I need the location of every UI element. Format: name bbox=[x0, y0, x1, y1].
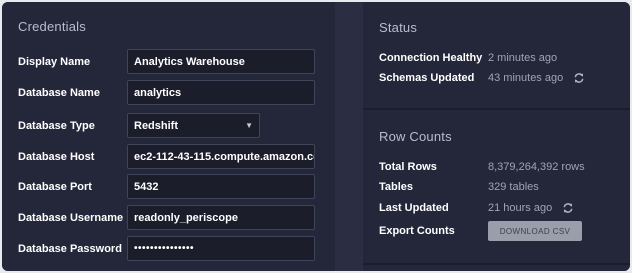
credentials-panel: Credentials Display Name Analytics Wareh… bbox=[2, 2, 335, 271]
database-password-field[interactable]: ••••••••••••••• bbox=[127, 236, 315, 261]
database-host-label: Database Host bbox=[18, 151, 95, 163]
database-type-label: Database Type bbox=[18, 120, 95, 132]
status-panel: Status Connection Healthy 2 minutes ago … bbox=[363, 2, 630, 271]
chevron-down-icon: ▼ bbox=[245, 121, 253, 130]
section-separator-bottom bbox=[363, 263, 630, 265]
database-name-field[interactable]: analytics bbox=[127, 80, 315, 105]
section-separator bbox=[363, 108, 630, 110]
tables-value: 329 tables bbox=[488, 181, 539, 193]
tables-count: 329 tables bbox=[488, 181, 539, 193]
database-password-label: Database Password bbox=[18, 243, 122, 255]
last-updated-value: 21 hours ago bbox=[488, 202, 574, 214]
schemas-updated-time: 43 minutes ago bbox=[488, 72, 564, 84]
connection-healthy-time: 2 minutes ago bbox=[488, 52, 558, 64]
database-type-select[interactable]: Redshift ▼ bbox=[127, 113, 260, 138]
total-rows-label: Total Rows bbox=[379, 161, 437, 173]
tables-label: Tables bbox=[379, 181, 414, 193]
export-counts-label: Export Counts bbox=[379, 225, 455, 237]
connection-healthy-label: Connection Healthy bbox=[379, 52, 483, 64]
connection-settings-window: Credentials Display Name Analytics Wareh… bbox=[2, 2, 630, 271]
database-port-label: Database Port bbox=[18, 181, 92, 193]
refresh-icon[interactable] bbox=[573, 72, 585, 84]
display-name-label: Display Name bbox=[18, 56, 91, 68]
credentials-title: Credentials bbox=[18, 19, 86, 34]
last-updated-label: Last Updated bbox=[379, 202, 449, 214]
database-type-value: Redshift bbox=[134, 119, 178, 132]
database-name-label: Database Name bbox=[18, 87, 100, 99]
schemas-updated-value: 43 minutes ago bbox=[488, 72, 585, 84]
schemas-updated-label: Schemas Updated bbox=[379, 72, 475, 84]
refresh-icon[interactable] bbox=[562, 202, 574, 214]
database-port-field[interactable]: 5432 bbox=[127, 174, 315, 199]
status-title: Status bbox=[379, 20, 418, 35]
panel-divider bbox=[335, 2, 363, 271]
row-counts-title: Row Counts bbox=[379, 129, 452, 144]
download-csv-button[interactable]: DOWNLOAD CSV bbox=[488, 221, 582, 241]
connection-healthy-value: 2 minutes ago bbox=[488, 52, 557, 64]
database-username-label: Database Username bbox=[18, 212, 124, 224]
total-rows-count: 8,379,264,392 rows bbox=[488, 161, 585, 173]
database-username-field[interactable]: readonly_periscope bbox=[127, 205, 315, 230]
database-host-field[interactable]: ec2-112-43-115.compute.amazon.com bbox=[127, 144, 315, 169]
last-updated-time: 21 hours ago bbox=[488, 202, 553, 214]
total-rows-value: 8,379,264,392 rows bbox=[488, 161, 585, 173]
display-name-field[interactable]: Analytics Warehouse bbox=[127, 49, 315, 74]
